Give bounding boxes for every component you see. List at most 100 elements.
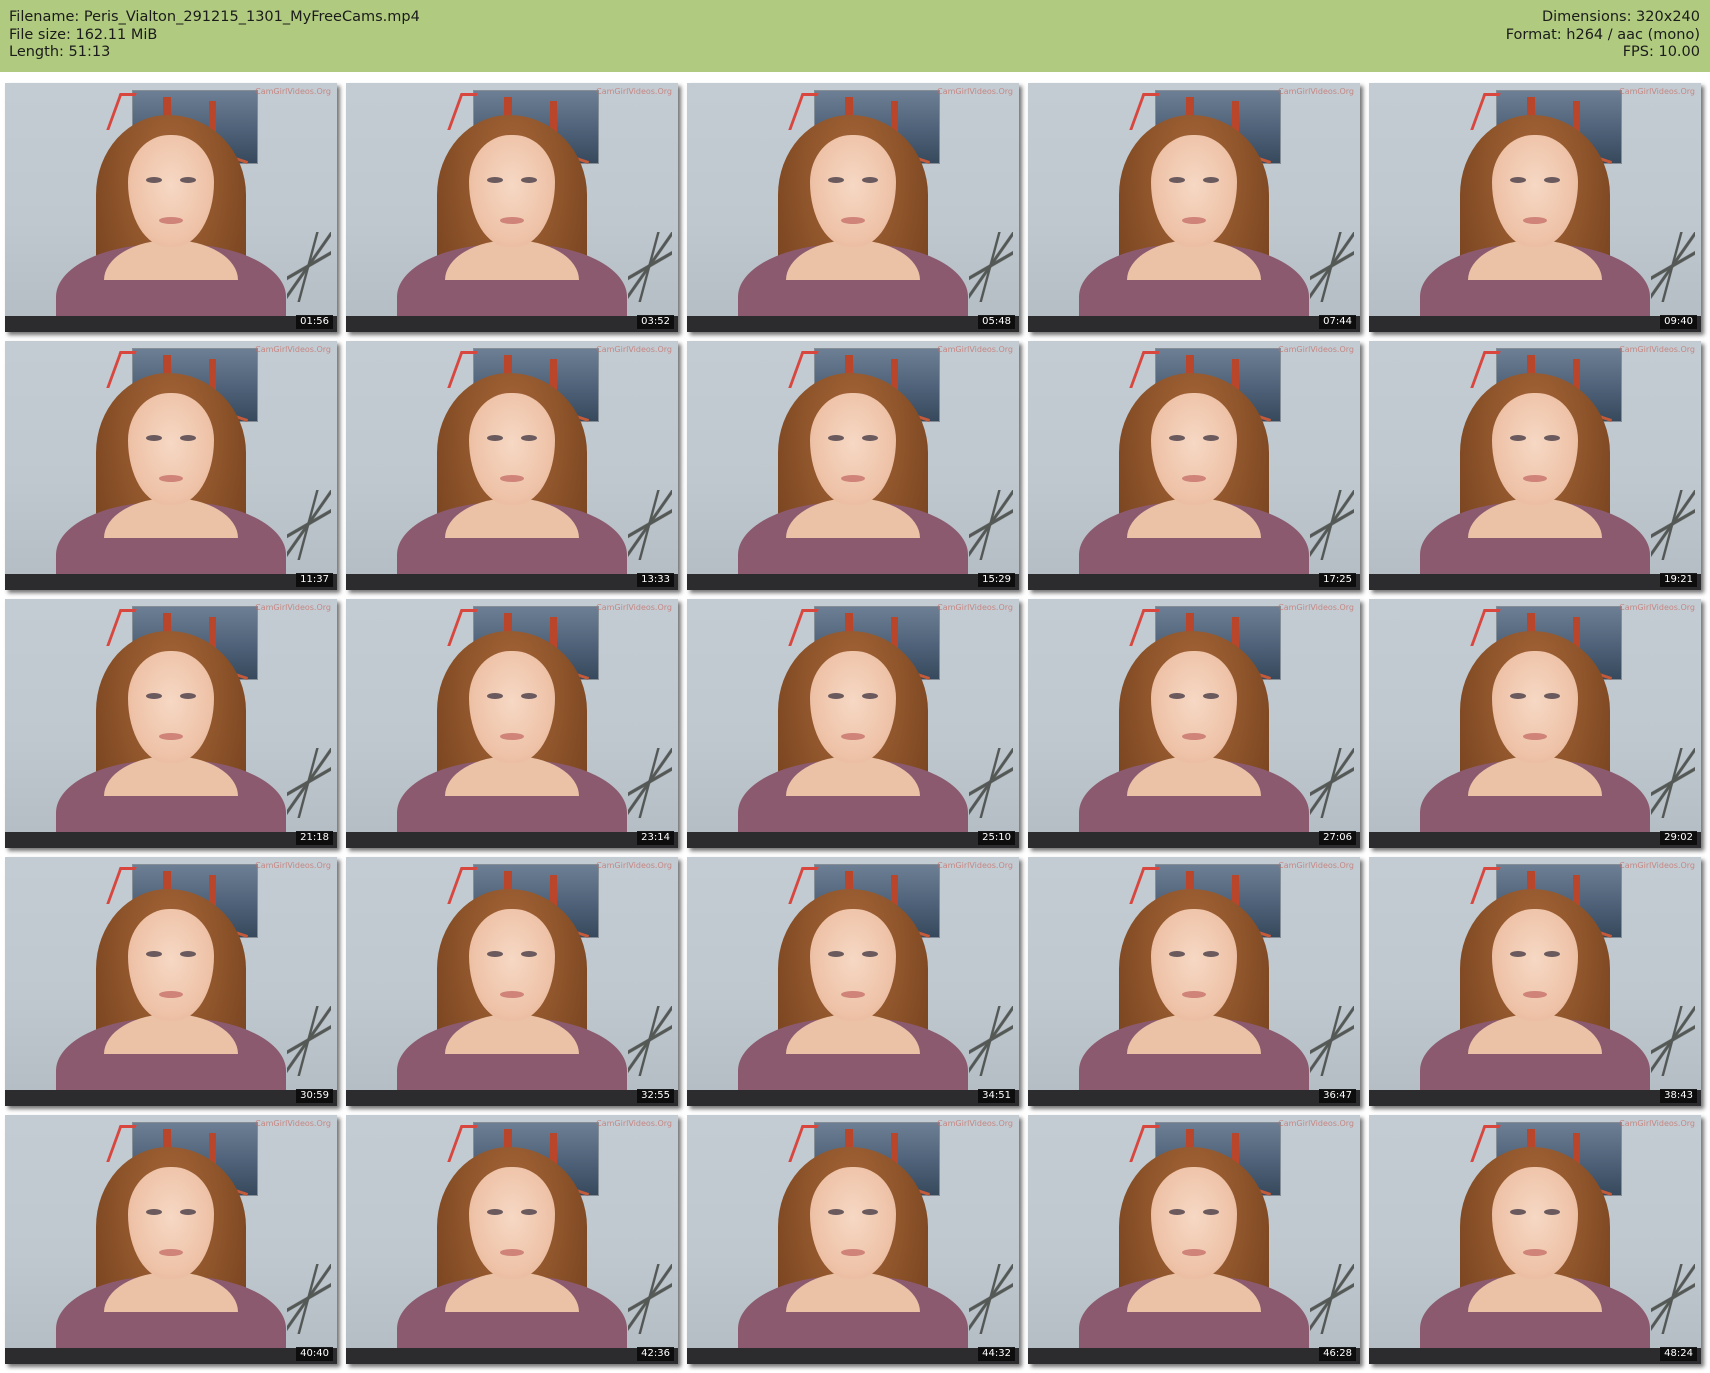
mouth: [1523, 217, 1547, 224]
right-eye: [1544, 1209, 1560, 1215]
watermark-text: CamGirlVideos.Org: [937, 861, 1013, 870]
left-eye: [146, 693, 162, 699]
person-figure: [397, 97, 627, 332]
person-figure: [397, 613, 627, 848]
right-eye: [862, 435, 878, 441]
plant-image: [1310, 748, 1354, 818]
right-eye: [521, 951, 537, 957]
video-frame-thumbnail: CamGirlVideos.Org 23:14: [346, 599, 678, 848]
watermark-text: CamGirlVideos.Org: [1619, 345, 1695, 354]
desk-edge: [1369, 574, 1701, 590]
video-frame-thumbnail: CamGirlVideos.Org 29:02: [1369, 599, 1701, 848]
video-frame-thumbnail: CamGirlVideos.Org 17:25: [1028, 341, 1360, 590]
left-eye: [1510, 693, 1526, 699]
timestamp-label: 44:32: [978, 1347, 1015, 1361]
plant-image: [628, 1264, 672, 1334]
watermark-text: CamGirlVideos.Org: [1619, 1119, 1695, 1128]
desk-edge: [346, 832, 678, 848]
desk-edge: [687, 832, 1019, 848]
mouth: [841, 733, 865, 740]
mouth: [1523, 475, 1547, 482]
right-eye: [521, 693, 537, 699]
mouth: [1523, 1249, 1547, 1256]
timestamp-label: 40:40: [296, 1347, 333, 1361]
timestamp-label: 42:36: [637, 1347, 674, 1361]
plant-image: [969, 1264, 1013, 1334]
watermark-text: CamGirlVideos.Org: [1278, 603, 1354, 612]
left-eye: [1169, 951, 1185, 957]
watermark-text: CamGirlVideos.Org: [255, 345, 331, 354]
desk-edge: [1028, 832, 1360, 848]
person-figure: [1420, 97, 1650, 332]
plant-image: [287, 232, 331, 302]
mouth: [500, 733, 524, 740]
left-eye: [146, 435, 162, 441]
right-eye: [1203, 693, 1219, 699]
right-eye: [521, 177, 537, 183]
mouth: [841, 1249, 865, 1256]
desk-edge: [1369, 1090, 1701, 1106]
watermark-text: CamGirlVideos.Org: [1619, 87, 1695, 96]
watermark-text: CamGirlVideos.Org: [1278, 345, 1354, 354]
video-frame-thumbnail: CamGirlVideos.Org 11:37: [5, 341, 337, 590]
timestamp-label: 48:24: [1660, 1347, 1697, 1361]
right-eye: [1203, 177, 1219, 183]
mouth: [1182, 991, 1206, 998]
plant-image: [1651, 748, 1695, 818]
video-frame-thumbnail: CamGirlVideos.Org 27:06: [1028, 599, 1360, 848]
desk-edge: [1369, 832, 1701, 848]
length-text: Length: 51:13: [9, 44, 111, 60]
desk-edge: [346, 316, 678, 332]
timestamp-label: 29:02: [1660, 831, 1697, 845]
watermark-text: CamGirlVideos.Org: [255, 87, 331, 96]
video-frame-thumbnail: CamGirlVideos.Org 48:24: [1369, 1115, 1701, 1364]
video-frame-thumbnail: CamGirlVideos.Org 01:56: [5, 83, 337, 332]
timestamp-label: 03:52: [637, 315, 674, 329]
mouth: [159, 475, 183, 482]
mouth: [500, 991, 524, 998]
desk-edge: [5, 316, 337, 332]
mouth: [1182, 217, 1206, 224]
timestamp-label: 05:48: [978, 315, 1015, 329]
timestamp-label: 17:25: [1319, 573, 1356, 587]
desk-edge: [687, 574, 1019, 590]
timestamp-label: 30:59: [296, 1089, 333, 1103]
plant-image: [287, 490, 331, 560]
plant-image: [1651, 1006, 1695, 1076]
desk-edge: [1028, 316, 1360, 332]
format-text: Format: h264 / aac (mono): [1505, 26, 1700, 43]
mouth: [841, 475, 865, 482]
desk-edge: [5, 1090, 337, 1106]
left-eye: [146, 951, 162, 957]
plant-image: [287, 1264, 331, 1334]
right-eye: [1203, 951, 1219, 957]
person-figure: [397, 871, 627, 1106]
person-figure: [1420, 613, 1650, 848]
video-frame-thumbnail: CamGirlVideos.Org 21:18: [5, 599, 337, 848]
right-eye: [521, 1209, 537, 1215]
timestamp-label: 38:43: [1660, 1089, 1697, 1103]
desk-edge: [1028, 574, 1360, 590]
person-figure: [397, 355, 627, 590]
desk-edge: [687, 1348, 1019, 1364]
timestamp-label: 27:06: [1319, 831, 1356, 845]
watermark-text: CamGirlVideos.Org: [596, 861, 672, 870]
right-eye: [1544, 951, 1560, 957]
person-figure: [738, 613, 968, 848]
left-eye: [1510, 951, 1526, 957]
video-frame-thumbnail: CamGirlVideos.Org 30:59: [5, 857, 337, 1106]
timestamp-label: 15:29: [978, 573, 1015, 587]
mouth: [159, 991, 183, 998]
left-eye: [1169, 177, 1185, 183]
person-figure: [738, 355, 968, 590]
mouth: [159, 217, 183, 224]
right-eye: [180, 1209, 196, 1215]
video-frame-thumbnail: CamGirlVideos.Org 40:40: [5, 1115, 337, 1364]
left-eye: [828, 1209, 844, 1215]
left-eye: [1510, 177, 1526, 183]
person-figure: [1420, 1129, 1650, 1364]
left-eye: [487, 435, 503, 441]
timestamp-label: 46:28: [1319, 1347, 1356, 1361]
desk-edge: [687, 316, 1019, 332]
plant-image: [628, 748, 672, 818]
